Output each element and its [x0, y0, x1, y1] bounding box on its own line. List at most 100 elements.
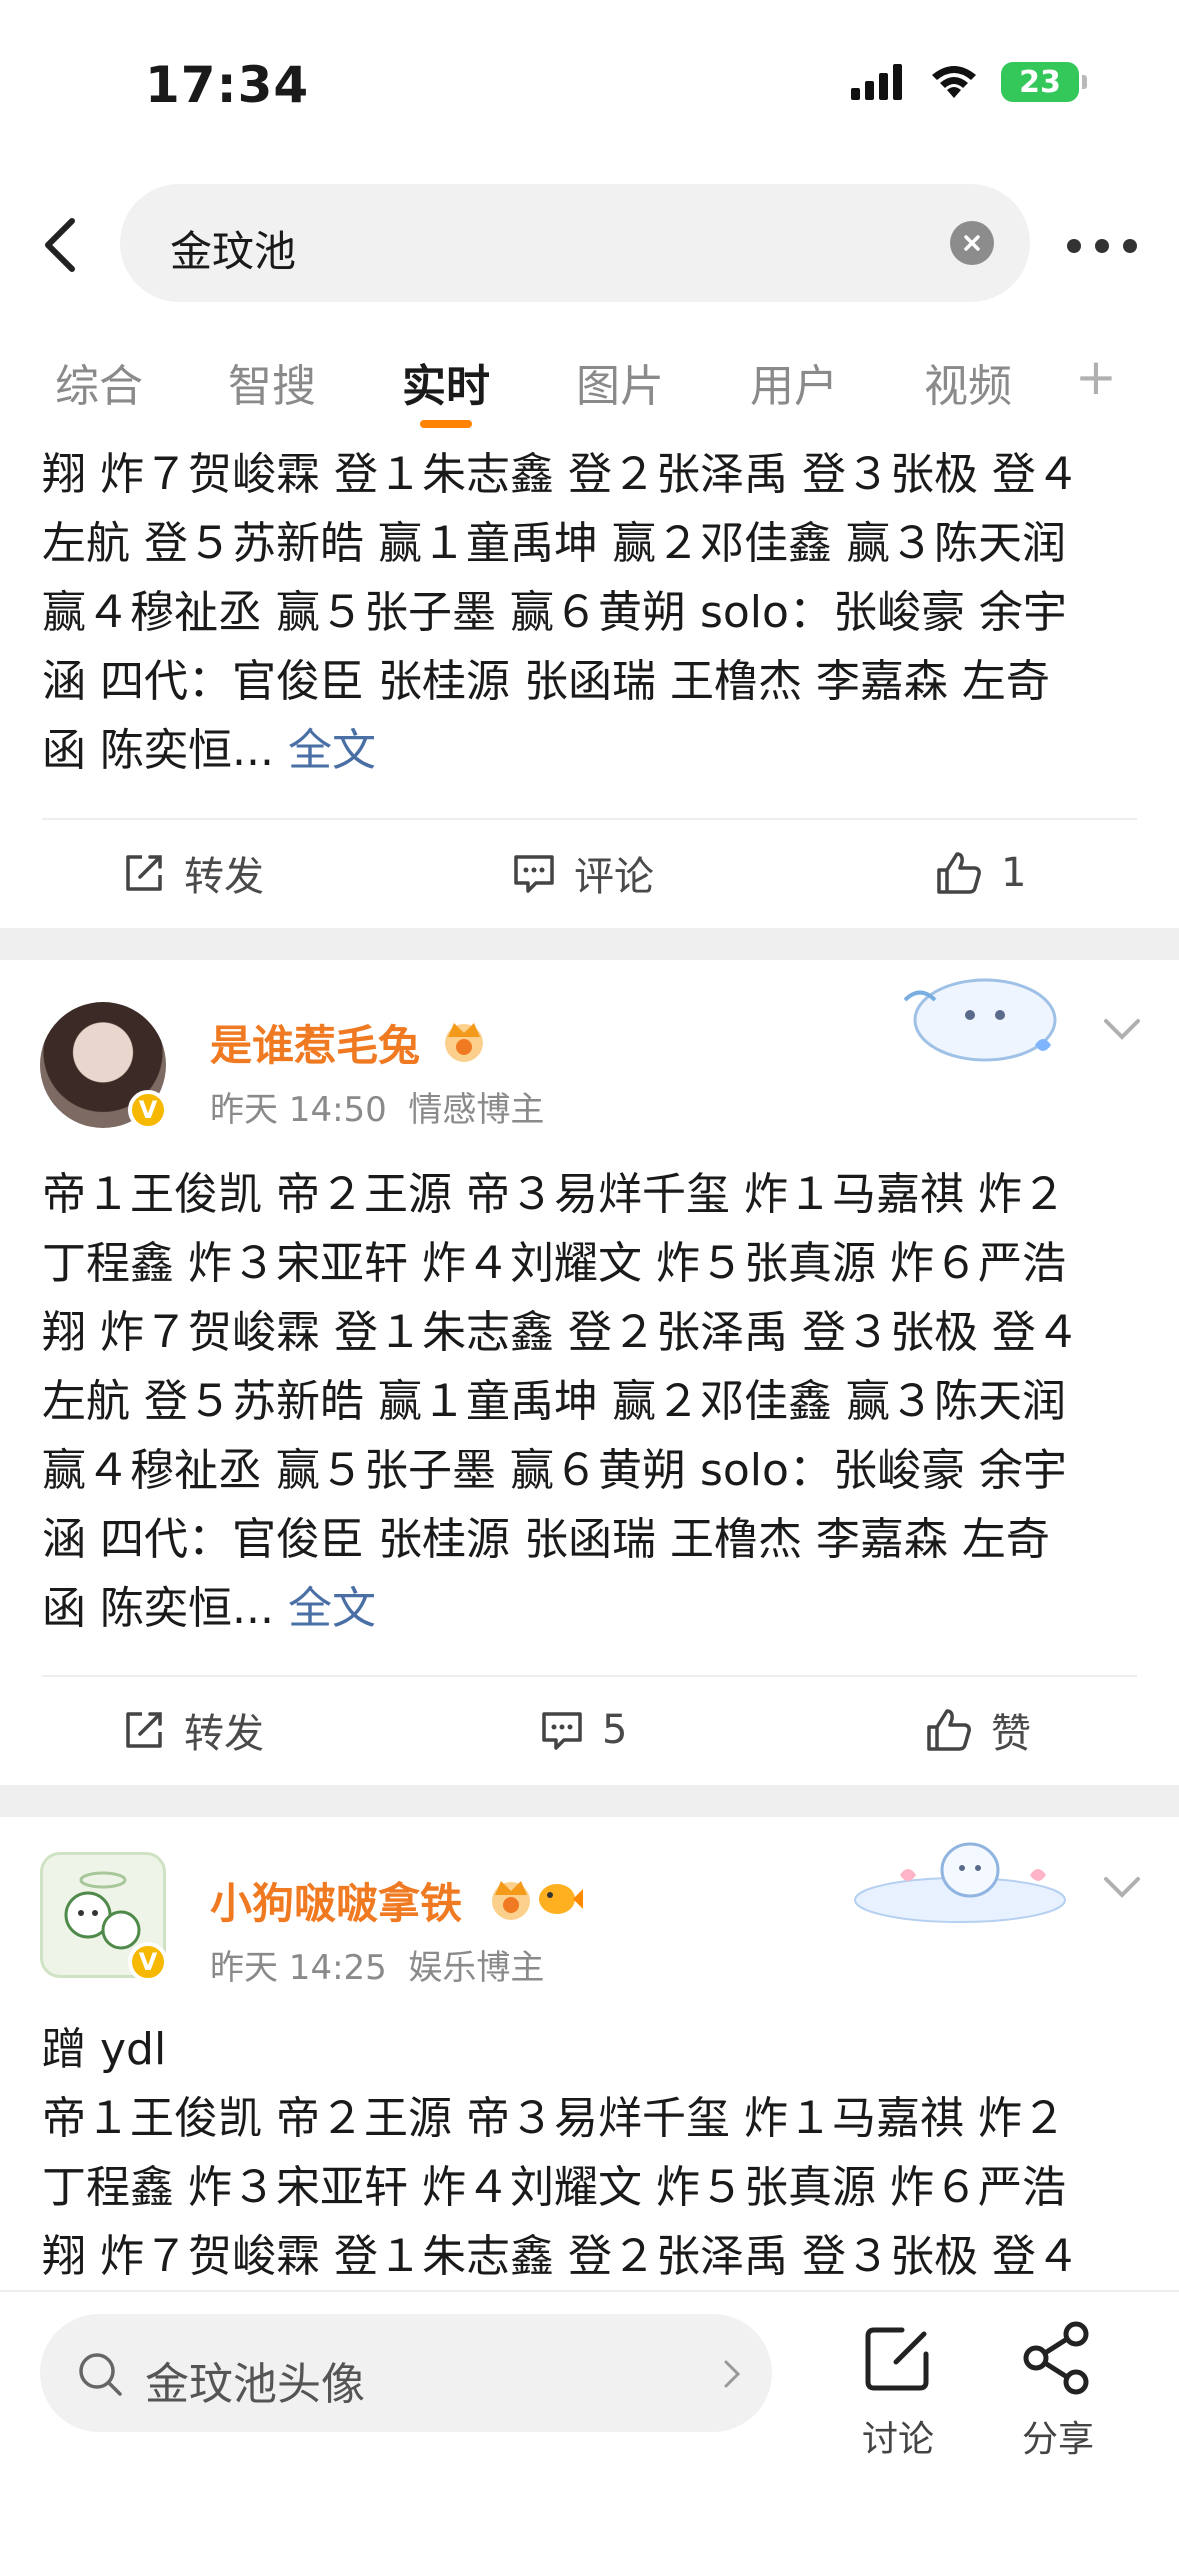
- post-line: 翔 炸７贺峻霖 登１朱志鑫 登２张泽禹 登３张极 登４: [42, 449, 1080, 500]
- repost-button[interactable]: 转发: [122, 818, 264, 928]
- search-icon: [79, 2353, 122, 2396]
- tab-videos[interactable]: 视频: [924, 350, 1012, 414]
- post-line: 赢４穆祉丞 赢５张子墨 赢６黄朔 solo：张峻豪 余宇: [42, 1445, 1067, 1496]
- post-username[interactable]: 是谁惹毛兔: [210, 1012, 420, 1073]
- post-meta: 昨天 14:50 情感博主: [210, 1082, 544, 1131]
- post-text: 蹭 ydl 帝１王俊凯 帝２王源 帝３易烊千玺 炸１马嘉祺 炸２ 丁程鑫 炸３宋…: [42, 2015, 1142, 2291]
- post-time: 昨天 14:50: [210, 1090, 387, 1130]
- post-actions: 转发 5 赞: [0, 1675, 1179, 1785]
- repost-button[interactable]: 转发: [122, 1675, 264, 1785]
- share-button[interactable]: 分享: [998, 2312, 1118, 2462]
- status-time: 17:34: [145, 56, 310, 114]
- search-input[interactable]: 金玟池: [120, 184, 1030, 302]
- related-search-text: 金玟池头像: [145, 2359, 365, 2410]
- post-text: 帝１王俊凯 帝２王源 帝３易烊千玺 炸１马嘉祺 炸２ 丁程鑫 炸３宋亚轩 炸４刘…: [42, 1160, 1142, 1643]
- post-line: 赢４穆祉丞 赢５张子墨 赢６黄朔 solo：张峻豪 余宇: [42, 587, 1067, 638]
- comment-icon: [542, 1712, 582, 1750]
- like-count: 1: [1001, 850, 1027, 896]
- battery-indicator: 23: [1001, 62, 1087, 102]
- post-line-last: 函 陈奕恒... 全文: [42, 1574, 1142, 1643]
- tab-smart-search[interactable]: 智搜: [228, 350, 316, 414]
- status-icons: 23: [851, 62, 1087, 102]
- back-button[interactable]: [30, 210, 90, 280]
- discuss-button[interactable]: 讨论: [838, 2312, 958, 2462]
- like-button[interactable]: 1: [935, 818, 1026, 928]
- post-tag: 情感博主: [408, 1090, 545, 1130]
- post-line: 涵 四代：官俊臣 张桂源 张函瑞 王橹杰 李嘉森 左奇: [42, 1514, 1050, 1565]
- expand-full-text-link[interactable]: 全文: [288, 1583, 376, 1634]
- post-line: 翔 炸７贺峻霖 登１朱志鑫 登２张泽禹 登３张极 登４: [42, 2231, 1080, 2282]
- dot-icon: [1067, 239, 1081, 253]
- search-query: 金玟池: [170, 227, 297, 276]
- chevron-down-icon[interactable]: [1092, 1863, 1152, 1913]
- post-line: 帝１王俊凯 帝２王源 帝３易烊千玺 炸１马嘉祺 炸２: [42, 1169, 1066, 1220]
- feed-separator: [0, 1785, 1179, 1817]
- comment-button[interactable]: 评论: [512, 818, 654, 928]
- tab-realtime[interactable]: 实时: [402, 350, 490, 414]
- sticker-decoration-icon: [854, 1842, 1066, 1923]
- post-line: 蹭 ydl: [42, 2024, 167, 2075]
- post-line: 丁程鑫 炸３宋亚轩 炸４刘耀文 炸５张真源 炸６严浩: [42, 2162, 1066, 2213]
- dot-icon: [1095, 239, 1109, 253]
- post-line: 左航 登５苏新皓 赢１童禹坤 赢２邓佳鑫 赢３陈天润: [42, 518, 1066, 569]
- repost-label: 转发: [184, 854, 264, 900]
- post-line: 丁程鑫 炸３宋亚轩 炸４刘耀文 炸５张真源 炸６严浩: [42, 1238, 1066, 1289]
- post-line: 翔 炸７贺峻霖 登１朱志鑫 登２张泽禹 登３张极 登４: [42, 1307, 1080, 1358]
- thumbs-up-icon: [927, 1709, 971, 1751]
- post-tag: 娱乐博主: [408, 1948, 545, 1988]
- crown-icon: [492, 1881, 530, 1920]
- repost-label: 转发: [184, 1711, 264, 1757]
- expand-full-text-link[interactable]: 全文: [288, 725, 376, 776]
- post-line: 涵 四代：官俊臣 张桂源 张函瑞 王橹杰 李嘉森 左奇: [42, 656, 1050, 707]
- post-text: 翔 炸７贺峻霖 登１朱志鑫 登２张泽禹 登３张极 登４ 左航 登５苏新皓 赢１童…: [42, 440, 1142, 785]
- verified-badge: V: [128, 1942, 168, 1982]
- post-line-last: 函 陈奕恒... 全文: [42, 716, 1142, 785]
- tab-images[interactable]: 图片: [576, 350, 664, 414]
- tab-users[interactable]: 用户: [750, 350, 838, 414]
- post-line-text: 函 陈奕恒...: [42, 1583, 274, 1634]
- thumbs-up-icon: [937, 852, 981, 894]
- filter-tabs: 综合 智搜 实时 图片 用户 视频 +: [0, 340, 1179, 440]
- search-header: 金玟池: [0, 180, 1179, 310]
- share-label: 分享: [1021, 2419, 1094, 2460]
- repost-icon: [126, 855, 162, 891]
- post-line: 帝１王俊凯 帝２王源 帝３易烊千玺 炸１马嘉祺 炸２: [42, 2093, 1066, 2144]
- comment-button[interactable]: 5: [540, 1675, 627, 1785]
- close-icon: [964, 235, 980, 251]
- share-icon: [1023, 2321, 1089, 2395]
- like-label: 赞: [991, 1711, 1031, 1757]
- clear-search-button[interactable]: [950, 221, 994, 265]
- post-username[interactable]: 小狗啵啵拿铁: [210, 1870, 462, 1931]
- comment-count: 5: [602, 1707, 628, 1753]
- post-line: 左航 登５苏新皓 赢１童禹坤 赢２邓佳鑫 赢３陈天润: [42, 1376, 1066, 1427]
- related-search-button[interactable]: 金玟池头像: [40, 2314, 772, 2432]
- add-tab-button[interactable]: +: [1075, 348, 1117, 406]
- wifi-icon: [932, 66, 976, 98]
- sticker-decoration-icon: [903, 978, 1057, 1062]
- chevron-down-icon[interactable]: [1092, 1005, 1152, 1055]
- battery-level: 23: [1019, 64, 1061, 100]
- post-line-text: 函 陈奕恒...: [42, 725, 274, 776]
- repost-icon: [126, 1712, 162, 1748]
- post-actions: 转发 评论 1: [0, 818, 1179, 928]
- dot-icon: [1123, 239, 1137, 253]
- signal-icon: [851, 64, 902, 100]
- status-bar: 17:34 23: [0, 0, 1179, 170]
- comment-icon: [514, 855, 554, 893]
- like-button[interactable]: 赞: [925, 1675, 1031, 1785]
- verified-badge: V: [128, 1090, 168, 1130]
- edit-icon: [865, 2327, 929, 2391]
- active-tab-indicator: [420, 420, 472, 428]
- comment-label: 评论: [574, 854, 654, 900]
- discuss-label: 讨论: [861, 2419, 934, 2460]
- fish-emoji-icon: [539, 1884, 583, 1914]
- more-options-button[interactable]: [1067, 226, 1137, 266]
- chevron-left-icon: [45, 218, 75, 272]
- bottom-bar: 金玟池头像 讨论 分享: [0, 2290, 1179, 2556]
- crown-icon: [445, 1023, 483, 1062]
- post-time: 昨天 14:25: [210, 1948, 387, 1988]
- tab-comprehensive[interactable]: 综合: [55, 350, 143, 414]
- feed-separator: [0, 928, 1179, 960]
- post-meta: 昨天 14:25 娱乐博主: [210, 1940, 544, 1989]
- chevron-right-icon: [724, 2360, 741, 2388]
